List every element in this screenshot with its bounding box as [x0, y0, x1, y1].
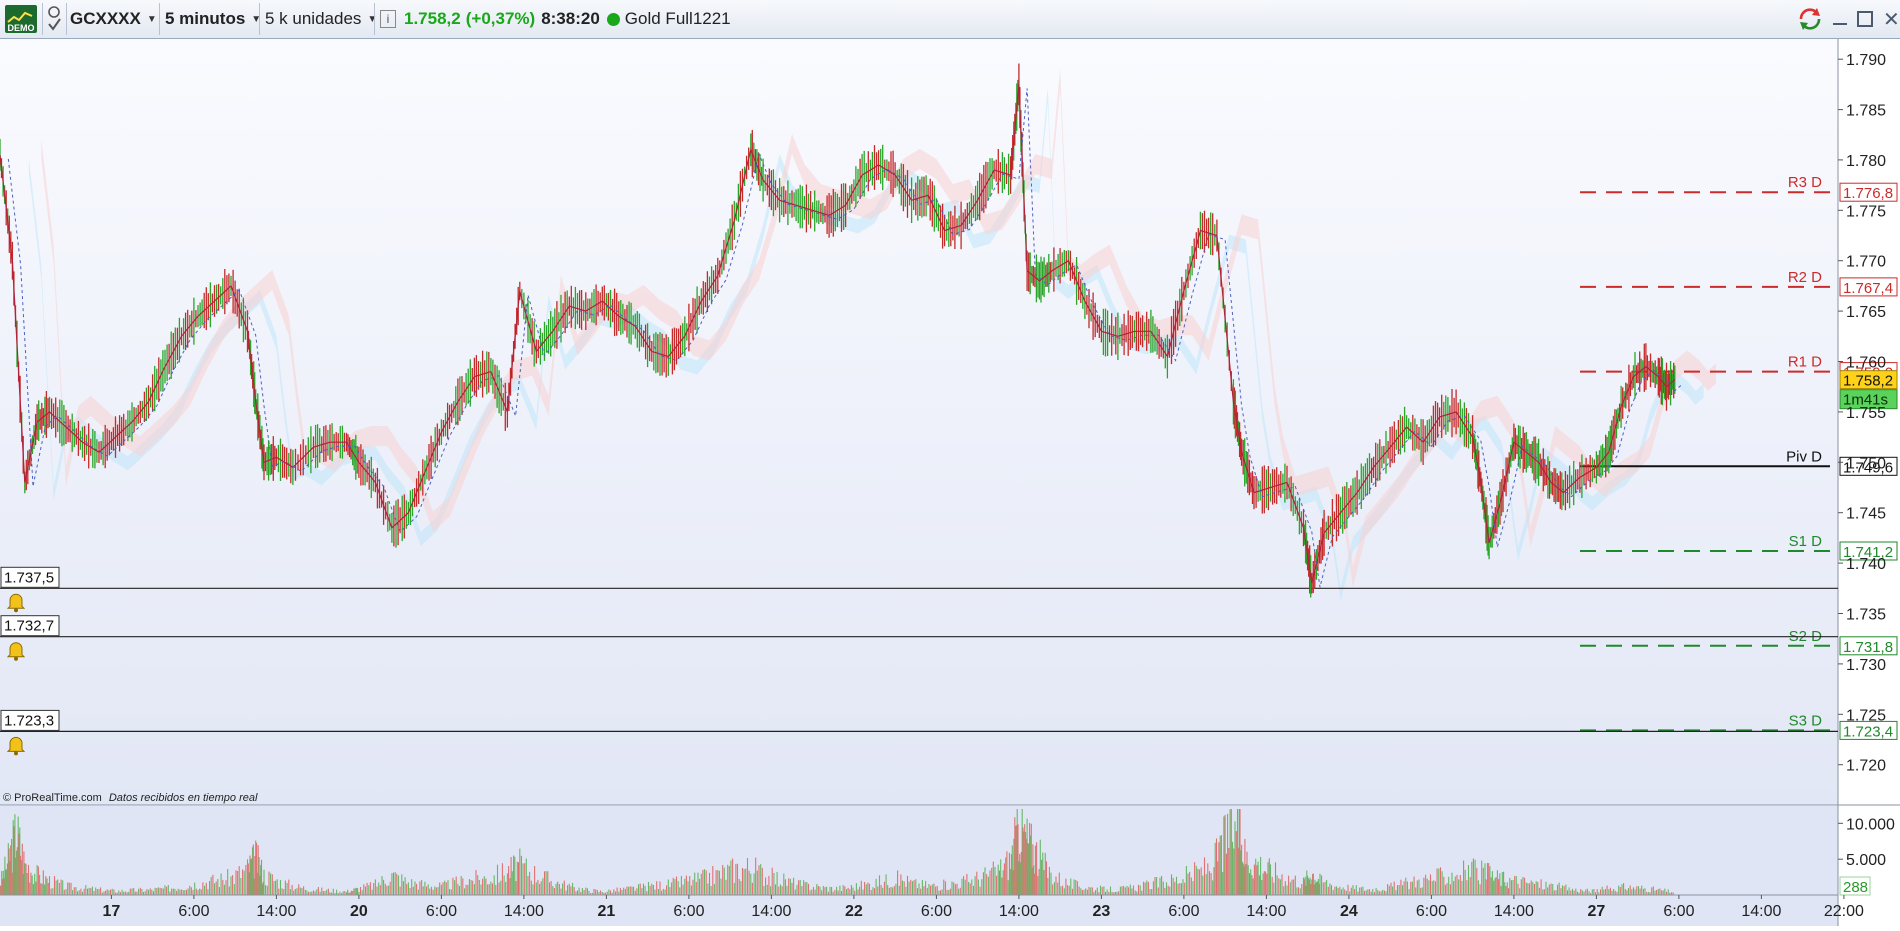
link-toggle[interactable] — [45, 4, 63, 34]
price-tick-label: 1.720 — [1846, 758, 1886, 775]
status-dot — [606, 12, 620, 26]
instrument-name: Gold Full1221 — [624, 9, 731, 28]
price-chart[interactable]: R3 D1.776,8R2 D1.767,4R1 D1.759,0Piv D1.… — [0, 39, 1900, 926]
time-tick-label: 6:00 — [673, 903, 704, 920]
symbol-selector[interactable]: GCXXXX ▼ — [70, 4, 157, 34]
time-tick-label: 14:00 — [751, 903, 791, 920]
pivot-name: R1 D — [1788, 354, 1822, 371]
symbol-label: GCXXXX — [70, 9, 141, 28]
time-tick-label: 6:00 — [178, 903, 209, 920]
price-tick-label: 1.755 — [1846, 405, 1886, 422]
pivot-name: R3 D — [1788, 174, 1822, 191]
time-tick-label: 14:00 — [1494, 903, 1534, 920]
price-tick-label: 1.730 — [1846, 657, 1886, 674]
time-tick-label: 14:00 — [1246, 903, 1286, 920]
pivot-name: Piv D — [1786, 448, 1822, 465]
volume-current-label: 288 — [1843, 879, 1868, 896]
price-tick-label: 1.775 — [1846, 203, 1886, 220]
window-controls: ✕ — [1797, 4, 1900, 34]
chevron-down-icon: ▼ — [146, 13, 157, 25]
chart-toolbar: DEMO GCXXXX ▼ 5 minutos ▼ 5 k unidades ▼… — [0, 0, 1900, 39]
bell-clapper — [14, 656, 18, 661]
time-tick-label: 17 — [103, 903, 121, 920]
price-tick-label: 1.770 — [1846, 254, 1886, 271]
pivot-value: 1.723,4 — [1843, 723, 1893, 740]
close-icon[interactable]: ✕ — [1883, 7, 1900, 32]
time-tick-label: 22 — [845, 903, 863, 920]
time-tick-label: 14:00 — [504, 903, 544, 920]
units-selector[interactable]: 5 k unidades ▼ — [265, 4, 377, 34]
price-tick-label: 1.760 — [1846, 355, 1886, 372]
price-change: (+0,37%) — [465, 9, 536, 28]
bell-clapper — [14, 751, 18, 756]
price-tick-label: 1.740 — [1846, 556, 1886, 573]
price-tick-label: 1.750 — [1846, 455, 1886, 472]
time-tick-label: 22:00 — [1824, 903, 1864, 920]
time-tick-label: 14:00 — [1741, 903, 1781, 920]
volume-tick-label: 10.000 — [1846, 816, 1895, 833]
time-tick-label: 6:00 — [921, 903, 952, 920]
demo-label: DEMO — [8, 23, 35, 33]
refresh-icon[interactable] — [1797, 7, 1823, 31]
time-tick-label: 27 — [1588, 903, 1606, 920]
price-tick-label: 1.790 — [1846, 52, 1886, 69]
pivot-name: R2 D — [1788, 269, 1822, 286]
price-tick-label: 1.725 — [1846, 707, 1886, 724]
link-check-icon — [48, 6, 61, 31]
time-tick-label: 6:00 — [426, 903, 457, 920]
maximize-icon[interactable] — [1857, 11, 1873, 27]
time-tick-label: 23 — [1093, 903, 1111, 920]
price-info: i 1.758,2 (+0,37%) 8:38:20 Gold Full1221 — [380, 4, 731, 34]
pivot-name: S3 D — [1789, 712, 1823, 729]
price-tick-label: 1.765 — [1846, 304, 1886, 321]
time-tick-label: 6:00 — [1168, 903, 1199, 920]
price-tick-label: 1.735 — [1846, 607, 1886, 624]
current-price-label: 1.758,2 — [1843, 373, 1893, 390]
pivot-value: 1.776,8 — [1843, 185, 1893, 202]
pivot-value: 1.767,4 — [1843, 280, 1893, 297]
last-price: 1.758,2 — [404, 9, 461, 28]
pivot-name: S1 D — [1789, 533, 1823, 550]
time-tick-label: 6:00 — [1663, 903, 1694, 920]
volume-tick-label: 5.000 — [1846, 852, 1886, 869]
time-tick-label: 24 — [1340, 903, 1358, 920]
time-tick-label: 21 — [598, 903, 616, 920]
timeframe-label: 5 minutos — [165, 9, 246, 28]
price-axis-bg — [1838, 39, 1900, 926]
alert-price-label: 1.737,5 — [4, 569, 54, 586]
minimize-icon[interactable] — [1833, 23, 1847, 25]
last-time: 8:38:20 — [541, 9, 600, 28]
chart-area[interactable]: R3 D1.776,8R2 D1.767,4R1 D1.759,0Piv D1.… — [0, 39, 1900, 926]
bell-clapper — [14, 608, 18, 613]
units-label: 5 k unidades — [265, 9, 362, 28]
time-tick-label: 6:00 — [1416, 903, 1447, 920]
demo-badge[interactable]: DEMO — [4, 4, 38, 34]
timeframe-selector[interactable]: 5 minutos ▼ — [165, 4, 261, 34]
copyright-text: © ProRealTime.com Datos recibidos en tie… — [3, 792, 258, 804]
price-tick-label: 1.780 — [1846, 153, 1886, 170]
time-tick-label: 20 — [350, 903, 368, 920]
price-tick-label: 1.745 — [1846, 506, 1886, 523]
alert-price-label: 1.732,7 — [4, 618, 54, 635]
info-icon[interactable]: i — [380, 10, 396, 28]
price-tick-label: 1.785 — [1846, 103, 1886, 120]
demo-icon: DEMO — [5, 5, 37, 33]
time-tick-label: 14:00 — [999, 903, 1039, 920]
alert-price-label: 1.723,3 — [4, 712, 54, 729]
time-tick-label: 14:00 — [256, 903, 296, 920]
pivot-value: 1.731,8 — [1843, 639, 1893, 656]
chevron-down-icon: ▼ — [367, 13, 378, 25]
